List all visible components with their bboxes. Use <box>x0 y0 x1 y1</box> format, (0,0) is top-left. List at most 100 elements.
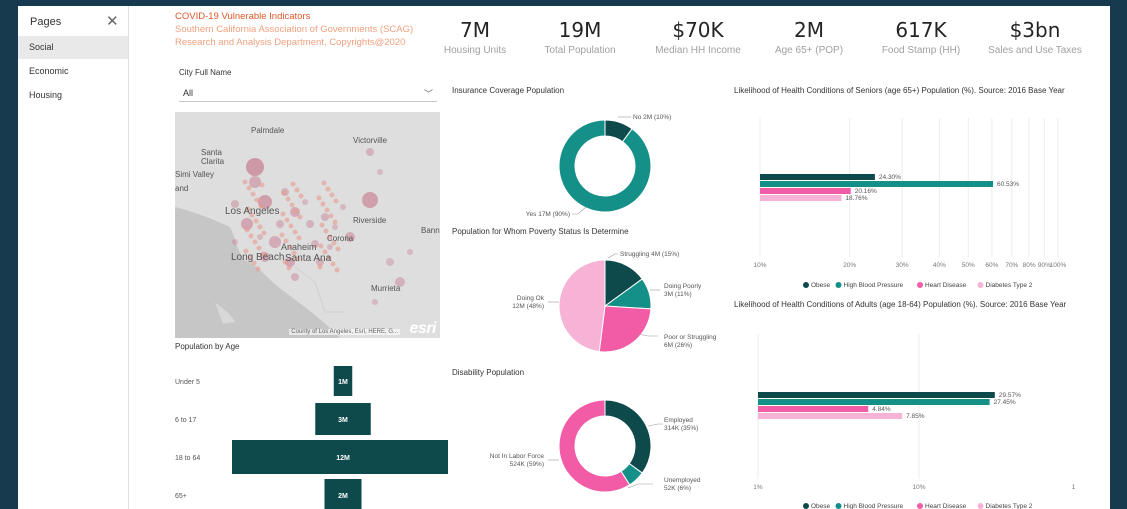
age-bar-label: 3M <box>338 417 348 424</box>
kpi-total-population: 19M Total Population <box>520 18 640 56</box>
x-tick-label: 10% <box>753 262 766 269</box>
slice-label: Doing Poorly <box>664 283 702 290</box>
bar-data-label: 60.53% <box>997 181 1019 188</box>
age-bar-label: 12M <box>336 455 350 462</box>
age-category-label: 6 to 17 <box>175 417 197 424</box>
bar-data-label: 18.76% <box>845 195 867 202</box>
map-bubble <box>316 195 322 201</box>
legend-marker <box>977 282 984 288</box>
bar-data-label: 4.84% <box>872 406 891 413</box>
legend-marker <box>803 282 809 288</box>
slice-label: Employed <box>664 417 693 424</box>
map-bubble <box>332 224 338 230</box>
map-bubble <box>327 244 333 250</box>
bar-data-label: 7.85% <box>906 413 925 420</box>
kpi-label: Food Stamp (HH) <box>881 45 961 56</box>
map-bubble <box>254 197 260 203</box>
map-bubble <box>252 239 258 245</box>
city-slicer-dropdown[interactable]: All ﹀ <box>179 83 437 102</box>
map-bubble <box>297 214 303 220</box>
map-city-label: Simi Valley <box>175 170 214 179</box>
bar <box>760 188 851 194</box>
map-bubble <box>328 213 334 219</box>
seniors-chart-title: Likelihood of Health Conditions of Senio… <box>734 86 1065 95</box>
map-bubble <box>323 228 329 234</box>
map-bubble <box>324 207 330 213</box>
map-city-label: Santa Clarita <box>201 148 225 166</box>
x-tick-label: 1% <box>753 484 763 491</box>
adults-chart-title: Likelihood of Health Conditions of Adult… <box>734 300 1067 309</box>
legend-marker <box>835 282 842 288</box>
page-tab-housing[interactable]: Housing <box>18 84 128 107</box>
slice-label: 3M (11%) <box>664 291 692 298</box>
leader-line <box>607 253 618 259</box>
x-tick-label: 10% <box>912 484 925 491</box>
map-bubble <box>334 267 340 273</box>
slice-label: Doing Ok <box>517 295 545 302</box>
legend-marker <box>835 503 842 509</box>
report-canvas: Pages ✕ Social Economic Housing COVID-19… <box>18 6 1110 509</box>
slice-label: 52K (6%) <box>664 485 691 492</box>
map-bubble <box>284 217 290 223</box>
age-category-label: 18 to 64 <box>175 455 200 462</box>
pie-slice <box>598 305 652 353</box>
map-city-label: Anaheim <box>281 242 317 252</box>
pages-title: Pages <box>30 16 62 28</box>
kpi-label: Age 65+ (POP) <box>774 45 844 56</box>
map-bubble <box>280 211 286 217</box>
page-tab-social[interactable]: Social <box>18 36 128 59</box>
legend-marker <box>917 282 923 288</box>
map-bubble <box>256 245 262 251</box>
page-tab-economic[interactable]: Economic <box>18 60 128 83</box>
pages-pane: Pages ✕ Social Economic Housing <box>18 6 129 509</box>
map-bubble <box>335 246 341 252</box>
slice-label: Yes 17M (90%) <box>526 211 570 218</box>
map-bubble <box>292 229 298 235</box>
map-bubble <box>259 182 265 188</box>
insurance-donut-chart[interactable]: No 2M (10%) Yes 17M (90%) <box>448 96 708 221</box>
poverty-pie-chart[interactable]: Struggling 4M (15%) Doing Poorly3M (11%) P… <box>448 238 718 358</box>
age-bar-label: 2M <box>338 493 348 500</box>
slice-label: 12M (48%) <box>512 303 544 310</box>
bar <box>758 392 995 398</box>
bar-data-label: 27.45% <box>994 399 1016 406</box>
chevron-down-icon: ﹀ <box>423 89 433 99</box>
close-icon[interactable]: ✕ <box>106 12 119 30</box>
insurance-chart-title: Insurance Coverage Population <box>452 86 565 95</box>
kpi-label: Housing Units <box>443 45 507 56</box>
population-by-age-chart[interactable]: 1M Under 5 3M 6 to 17 12M 18 to 64 2M 65+ <box>168 351 448 509</box>
legend-item: High Blood Pressure <box>844 503 904 509</box>
map-bubble <box>296 235 302 241</box>
slice-label: Not In Labor Force <box>490 453 545 460</box>
map-bubble <box>289 202 295 208</box>
legend-item: Diabetes Type 2 <box>986 503 1033 509</box>
map-bubble <box>242 179 248 185</box>
kpi-value: 7M <box>460 18 490 42</box>
slice-label: Struggling 4M (15%) <box>620 251 679 258</box>
map-bubble <box>286 265 292 271</box>
map-bubble <box>302 199 308 205</box>
map-city-label: and <box>175 184 189 193</box>
slicer-value: All <box>183 88 194 98</box>
legend-item: Heart Disease <box>925 503 967 509</box>
map-bubble <box>317 264 323 270</box>
map-city-label: Corona <box>327 234 354 243</box>
map-bubble <box>298 193 304 199</box>
map-bubble <box>257 224 263 230</box>
bar <box>760 181 994 187</box>
map-bubble <box>257 234 263 240</box>
map-bubble <box>386 258 394 266</box>
x-tick-label: 80% <box>1023 262 1036 269</box>
map-city-label: Santa Ana <box>285 253 332 264</box>
bar <box>758 399 990 405</box>
seniors-health-bar-chart[interactable]: 10% 20% 30% 40% 50% 60% 70% 80% 90%100%24.30%60.… <box>730 110 1075 290</box>
slice-label: Unemployed <box>664 477 701 484</box>
map-bubble <box>232 239 238 245</box>
disability-donut-chart[interactable]: Employed314K (35%) Unemployed52K (6%) Not … <box>448 386 718 504</box>
kpi-value: $70K <box>672 18 724 42</box>
adults-health-bar-chart[interactable]: 1% 10% 100% 29.57%27.45% 4.84% 7.85% Obese High… <box>730 326 1075 509</box>
city-map[interactable]: Palmdale Victorville Santa Clarita Simi … <box>175 112 440 338</box>
map-bubble <box>246 185 252 191</box>
kpi-age-65: 2M Age 65+ (POP) <box>749 18 869 56</box>
map-bubble <box>333 198 339 204</box>
